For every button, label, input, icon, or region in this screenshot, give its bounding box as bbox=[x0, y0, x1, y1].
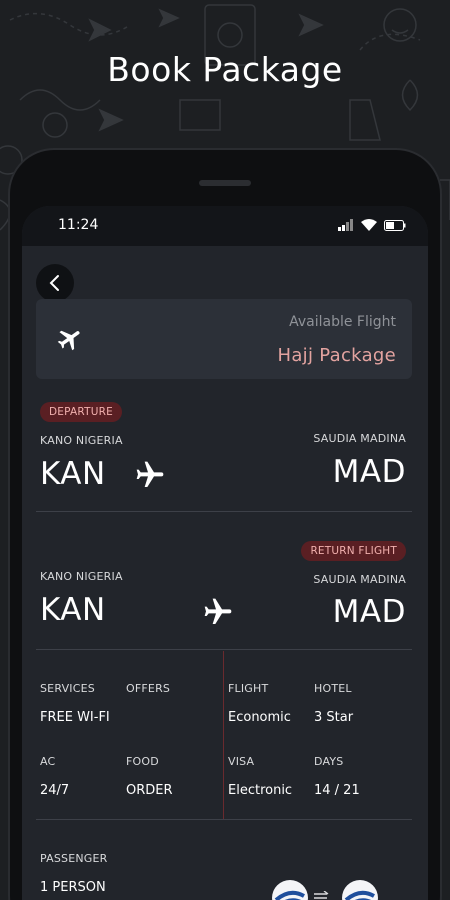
divider bbox=[36, 511, 412, 512]
status-icons bbox=[338, 219, 406, 231]
arrow-right-icon bbox=[314, 891, 329, 899]
ac-value: 24/7 bbox=[40, 783, 70, 798]
departure-from-city: KANO NIGERIA bbox=[40, 434, 123, 447]
days-label: DAYS bbox=[314, 755, 344, 768]
offers-label: OFFERS bbox=[126, 682, 171, 695]
phone-frame: 11:24 Available Flight Hajj Package DEPA… bbox=[10, 150, 440, 900]
flight-value: Economic bbox=[228, 710, 291, 725]
flight-label: FLIGHT bbox=[228, 682, 269, 695]
airline-logo-icon bbox=[272, 880, 308, 900]
hotel-label: HOTEL bbox=[314, 682, 352, 695]
passenger-value: 1 PERSON bbox=[40, 880, 106, 895]
header-title: Hajj Package bbox=[277, 345, 396, 366]
return-to-city: SAUDIA MADINA bbox=[313, 573, 406, 586]
departure-to-city: SAUDIA MADINA bbox=[313, 432, 406, 445]
status-time: 11:24 bbox=[58, 217, 99, 233]
airplane-icon bbox=[57, 330, 80, 351]
passenger-label: PASSENGER bbox=[40, 852, 108, 865]
services-label: SERVICES bbox=[40, 682, 95, 695]
food-label: FOOD bbox=[126, 755, 159, 768]
back-button[interactable] bbox=[36, 264, 74, 302]
departure-to-code: MAD bbox=[332, 454, 406, 490]
chevron-left-icon bbox=[49, 275, 59, 291]
visa-value: Electronic bbox=[228, 783, 293, 798]
details-divider bbox=[223, 651, 224, 819]
wifi-icon bbox=[361, 219, 377, 231]
departure-from-code: KAN bbox=[40, 456, 106, 492]
return-to-code: MAD bbox=[332, 594, 406, 630]
header-card: Available Flight Hajj Package bbox=[36, 299, 412, 379]
phone-screen: 11:24 Available Flight Hajj Package DEPA… bbox=[22, 206, 428, 900]
header-subtitle: Available Flight bbox=[289, 314, 396, 330]
divider bbox=[36, 649, 412, 650]
ac-label: AC bbox=[40, 755, 56, 768]
visa-label: VISA bbox=[228, 755, 255, 768]
airline-logo-icon bbox=[342, 880, 378, 900]
app-content: Available Flight Hajj Package DEPARTURE … bbox=[22, 246, 428, 900]
services-value: FREE WI-FI bbox=[40, 710, 110, 725]
return-plane-icon bbox=[204, 598, 232, 624]
status-bar: 11:24 bbox=[22, 206, 428, 246]
airline-logo-graphic bbox=[344, 890, 375, 900]
hotel-value: 3 Star bbox=[314, 710, 354, 725]
return-flight-badge: RETURN FLIGHT bbox=[301, 541, 406, 561]
divider bbox=[36, 819, 412, 820]
battery-icon bbox=[384, 219, 406, 231]
return-from-city: KANO NIGERIA bbox=[40, 570, 123, 583]
departure-plane-icon bbox=[136, 461, 164, 487]
departure-badge: DEPARTURE bbox=[40, 402, 122, 422]
airline-logo-graphic bbox=[274, 890, 305, 900]
signal-icon bbox=[338, 219, 353, 231]
food-value: ORDER bbox=[126, 783, 173, 798]
return-from-code: KAN bbox=[40, 592, 106, 628]
phone-speaker bbox=[199, 180, 251, 186]
page-headline: Book Package bbox=[107, 50, 343, 89]
days-value: 14 / 21 bbox=[314, 783, 360, 798]
